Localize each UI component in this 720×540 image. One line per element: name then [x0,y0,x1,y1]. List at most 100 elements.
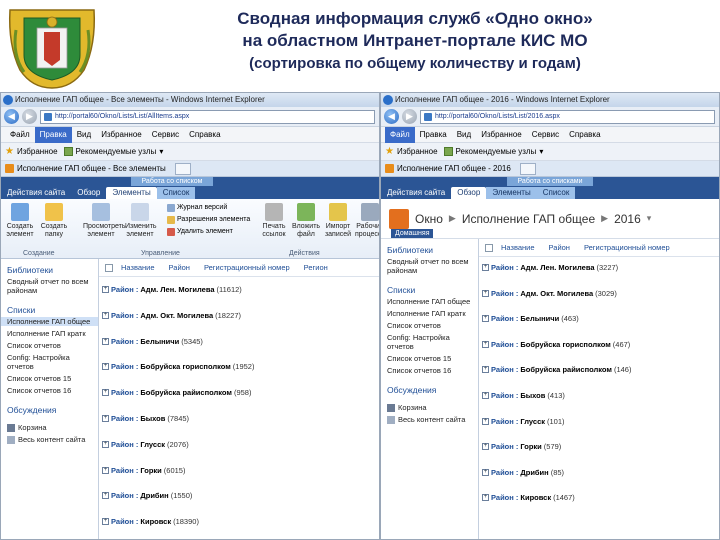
view-item-button[interactable]: Просмотреть элемент [83,203,125,239]
back-button[interactable]: ◀ [384,109,399,124]
address-input[interactable]: http://portal60/Okno/Lists/List/2016.asp… [420,109,715,124]
group-row[interactable]: + Район : Дрибин (1550) [99,491,192,500]
forward-button[interactable]: ▶ [402,109,417,124]
group-row[interactable]: + Район : Горки (579) [479,442,561,451]
group-row[interactable]: + Район : Глусск (2076) [99,440,189,449]
menu-tools[interactable]: Сервис [527,127,564,143]
menu-edit[interactable]: Правка [415,127,452,143]
menu-tools[interactable]: Сервис [147,127,184,143]
expand-plus-icon[interactable]: + [482,340,489,348]
item-permissions-button[interactable]: Разрешения элемента [167,215,250,225]
group-row[interactable]: + Район : Быхов (7845) [99,414,189,423]
menu-view[interactable]: Вид [452,127,476,143]
expand-plus-icon[interactable]: + [482,366,489,374]
group-row[interactable]: + Район : Адм. Окт. Могилева (18227) [99,311,241,320]
expand-plus-icon[interactable]: + [102,311,109,319]
sidebar-item-gap-general[interactable]: Исполнение ГАП общее [387,297,478,306]
delete-item-button[interactable]: Удалить элемент [167,227,233,237]
expand-plus-icon[interactable]: + [102,466,109,474]
attach-file-button[interactable]: Вложить файл [291,203,321,239]
group-row[interactable]: + Район : Дрибин (85) [479,468,564,477]
items-tab[interactable]: Элементы [486,187,537,199]
new-tab-button[interactable] [174,162,191,175]
print-links-button[interactable]: Печать ссылок [259,203,289,239]
expand-plus-icon[interactable]: + [102,492,109,500]
sidebar-item-summary-report[interactable]: Сводный отчет по всем районам [7,277,98,295]
menu-favorites[interactable]: Избранное [96,127,147,143]
back-button[interactable]: ◀ [4,109,19,124]
expand-plus-icon[interactable]: + [482,392,489,399]
edit-item-button[interactable]: Изменить элемент [125,203,157,239]
create-item-button[interactable]: Создать элемент [5,203,35,239]
version-history-button[interactable]: Журнал версий [167,203,227,213]
expand-plus-icon[interactable]: + [482,443,489,451]
sidebar-item-reports[interactable]: Список отчетов [387,321,478,330]
sidebar-item-gap-short[interactable]: Исполнение ГАП кратк [7,329,98,338]
sidebar-item-gap-general[interactable]: Исполнение ГАП общее [1,317,98,326]
new-tab-button[interactable] [519,162,536,175]
breadcrumb-site[interactable]: Окно [415,212,443,226]
group-row[interactable]: + Район : Кировск (1467) [479,493,575,502]
expand-plus-icon[interactable]: + [102,389,109,397]
favorites-button[interactable]: ★ Избранное [385,146,438,157]
sidebar-item-config[interactable]: Config: Настройка отчетов [387,333,478,351]
expand-plus-icon[interactable]: + [482,494,489,502]
all-site-content-link[interactable]: Весь контент сайта [7,435,98,444]
recycle-bin-link[interactable]: Корзина [7,423,98,432]
sidebar-item-reports-16[interactable]: Список отчетов 16 [387,366,478,375]
group-row[interactable]: + Район : Горки (6015) [99,466,185,475]
group-row[interactable]: + Район : Белыничи (463) [479,314,579,323]
items-tab[interactable]: Элементы [106,187,157,199]
sidebar-item-gap-short[interactable]: Исполнение ГАП кратк [387,309,478,318]
expand-plus-icon[interactable]: + [102,440,109,448]
view-dropdown-icon[interactable]: ▾ [647,213,652,224]
expand-plus-icon[interactable]: + [482,468,489,476]
site-actions-tab[interactable]: Действия сайта [1,187,71,199]
group-row[interactable]: + Район : Адм. Лен. Могилева (11612) [99,285,242,294]
workflows-button[interactable]: Рабочие процессы [355,203,379,239]
menu-view[interactable]: Вид [72,127,96,143]
recycle-bin-link[interactable]: Корзина [387,403,478,412]
import-button[interactable]: Импорт записей [323,203,353,239]
discussions-heading[interactable]: Обсуждения [7,405,98,415]
forward-button[interactable]: ▶ [22,109,37,124]
browser-tab[interactable]: Исполнение ГАП общее - Все элементы [1,161,379,177]
group-row[interactable]: + Район : Глусск (101) [479,417,565,426]
sidebar-item-reports-15[interactable]: Список отчетов 15 [7,374,98,383]
menu-edit[interactable]: Правка [34,126,72,143]
suggested-sites-button[interactable]: Рекомендуемые узлы ▾ [443,147,543,156]
list-tab[interactable]: Список [536,187,576,199]
list-tab[interactable]: Список [156,187,196,199]
menu-help[interactable]: Справка [564,127,605,143]
sidebar-item-config[interactable]: Config: Настройка отчетов [7,353,98,371]
menu-file[interactable]: Файл [385,126,415,143]
expand-plus-icon[interactable]: + [102,337,109,345]
expand-plus-icon[interactable]: + [482,417,489,425]
expand-plus-icon[interactable]: + [482,315,489,323]
group-row[interactable]: + Район : Бобруйска райисполком (146) [479,365,631,374]
libraries-heading[interactable]: Библиотеки [7,265,98,275]
favorites-button[interactable]: ★ Избранное [5,146,58,157]
group-row[interactable]: + Район : Бобруйска горисполком (1952) [99,362,254,371]
site-actions-tab[interactable]: Действия сайта [381,187,451,199]
group-row[interactable]: + Район : Кировск (18390) [99,517,199,526]
create-folder-button[interactable]: Создать папку [39,203,69,239]
group-row[interactable]: + Район : Быхов (413) [479,391,565,400]
menu-file[interactable]: Файл [5,127,35,143]
suggested-sites-button[interactable]: Рекомендуемые узлы ▾ [63,147,163,156]
menu-help[interactable]: Справка [184,127,225,143]
home-tab[interactable]: Домашняя [391,229,434,238]
browser-tab[interactable]: Исполнение ГАП общее - 2016 [381,161,719,177]
libraries-heading[interactable]: Библиотеки [387,245,478,255]
expand-plus-icon[interactable]: + [482,264,489,271]
expand-plus-icon[interactable]: + [102,518,109,526]
expand-plus-icon[interactable]: + [102,415,109,422]
menu-favorites[interactable]: Избранное [476,127,527,143]
group-row[interactable]: + Район : Бобруйска райисполком (958) [99,388,251,397]
address-input[interactable]: http://portal60/Okno/Lists/List/AllItems… [40,109,375,124]
group-row[interactable]: + Район : Белыничи (5345) [99,337,203,346]
sidebar-item-reports[interactable]: Список отчетов [7,341,98,350]
expand-plus-icon[interactable]: + [102,286,109,293]
browse-tab[interactable]: Обзор [451,187,487,199]
lists-heading[interactable]: Списки [387,285,478,295]
